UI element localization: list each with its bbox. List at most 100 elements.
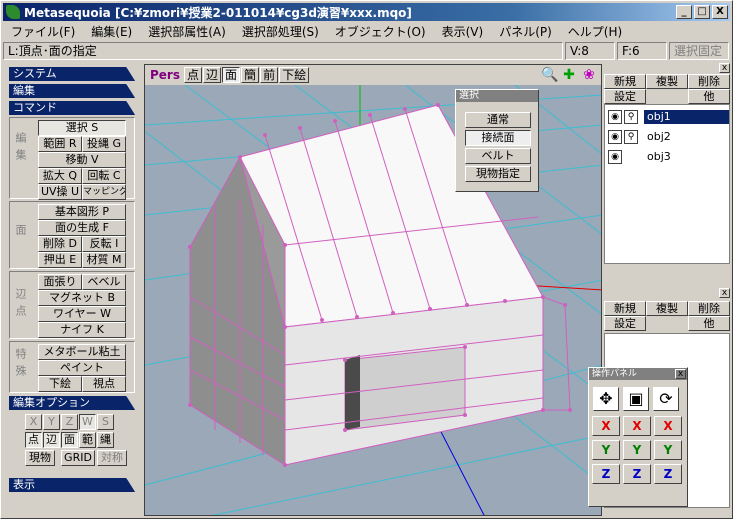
metaball-button[interactable]: メタボール粘土 — [38, 344, 126, 360]
visible-eye-icon[interactable]: ◉ — [608, 110, 622, 124]
minimize-button[interactable]: _ — [676, 5, 692, 19]
operation-panel-caption[interactable]: 操作パネル — [589, 368, 687, 380]
extrude-button[interactable]: 押出 E — [38, 252, 82, 268]
lasso-button[interactable]: 投縄 G — [82, 136, 126, 152]
system-header[interactable]: システム — [9, 67, 135, 81]
create-face-button[interactable]: 面の生成 F — [38, 220, 126, 236]
select-belt-button[interactable]: ベルト — [465, 148, 531, 164]
opt-current[interactable]: 現物 — [25, 450, 55, 466]
rotate-view-icon[interactable]: ❀ — [581, 67, 597, 83]
operation-panel-close-icon[interactable]: x — [675, 369, 686, 379]
viewpoint-button[interactable]: 視点 — [82, 376, 126, 392]
show-edge-toggle[interactable]: 辺 — [203, 67, 222, 83]
uv-button[interactable]: UV操 U — [38, 184, 82, 200]
material-delete-button[interactable]: 削除 — [688, 301, 730, 316]
menu-edit[interactable]: 編集(E) — [83, 23, 140, 40]
object-panel-close-icon[interactable]: x — [719, 63, 730, 73]
object-settings-button[interactable]: 設定 — [604, 89, 646, 104]
3d-viewport[interactable]: Pers 点 辺 面 簡 前 下絵 🔍 ✚ ❀ 選択 通常 接続面 ベルト 現物… — [144, 64, 602, 516]
select-fix-button[interactable]: 選択固定 — [669, 42, 729, 60]
pan-icon[interactable]: ✚ — [561, 67, 577, 83]
axis-x-scale-button[interactable]: X — [623, 416, 651, 436]
menu-attr[interactable]: 選択部属性(A) — [140, 23, 234, 40]
scale-button[interactable]: 拡大 Q — [38, 168, 82, 184]
material-panel-close-icon[interactable]: x — [719, 288, 730, 298]
knife-button[interactable]: ナイフ K — [38, 322, 126, 338]
menu-panel[interactable]: パネル(P) — [491, 23, 560, 40]
menu-help[interactable]: ヘルプ(H) — [560, 23, 630, 40]
face-fill-button[interactable]: 面張り — [38, 274, 82, 290]
title-bar[interactable]: Metasequoia [C:¥zmori¥授業2-011014¥cg3d演習¥… — [3, 3, 730, 21]
menu-process[interactable]: 選択部処理(S) — [234, 23, 327, 40]
opt-grid[interactable]: GRID — [61, 450, 95, 466]
opt-face[interactable]: 面 — [61, 432, 78, 448]
axis-z-move-button[interactable]: Z — [592, 464, 620, 484]
menu-file[interactable]: ファイル(F) — [3, 23, 83, 40]
object-row-obj1[interactable]: ◉ ⚲ obj1 — [605, 108, 729, 126]
projection-label[interactable]: Pers — [150, 68, 180, 82]
axis-y-rotate-button[interactable]: Y — [654, 440, 682, 460]
material-new-button[interactable]: 新規 — [604, 301, 646, 316]
axis-y-move-button[interactable]: Y — [592, 440, 620, 460]
material-duplicate-button[interactable]: 複製 — [646, 301, 688, 316]
visible-eye-icon[interactable]: ◉ — [608, 130, 622, 144]
material-button[interactable]: 材質 M — [82, 252, 126, 268]
rotate-mode-icon[interactable]: ⟳ — [653, 387, 679, 411]
command-header[interactable]: コマンド — [9, 101, 135, 115]
close-button[interactable]: X — [712, 5, 728, 19]
primitive-button[interactable]: 基本図形 P — [38, 204, 126, 220]
object-row-obj3[interactable]: ◉ obj3 — [605, 148, 729, 166]
move-mode-icon[interactable]: ✥ — [593, 387, 619, 411]
zoom-icon[interactable]: 🔍 — [541, 67, 558, 83]
object-delete-button[interactable]: 削除 — [688, 74, 730, 89]
axis-x-move-button[interactable]: X — [592, 416, 620, 436]
simple-toggle[interactable]: 簡 — [241, 67, 260, 83]
axis-x-rotate-button[interactable]: X — [654, 416, 682, 436]
select-panel-caption[interactable]: 選択 — [456, 90, 538, 102]
axis-z-rotate-button[interactable]: Z — [654, 464, 682, 484]
wire-button[interactable]: ワイヤー W — [38, 306, 126, 322]
underlay-button[interactable]: 下絵 — [38, 376, 82, 392]
edit-header[interactable]: 編集 — [9, 84, 135, 98]
opt-x[interactable]: X — [25, 414, 42, 430]
bevel-button[interactable]: ベベル — [82, 274, 126, 290]
select-connected-button[interactable]: 接続面 — [465, 130, 531, 146]
opt-edge[interactable]: 辺 — [43, 432, 60, 448]
opt-lasso[interactable]: 縄 — [97, 432, 114, 448]
menu-view[interactable]: 表示(V) — [434, 23, 492, 40]
visible-eye-icon[interactable]: ◉ — [608, 150, 622, 164]
move-button[interactable]: 移動 V — [38, 152, 126, 168]
opt-point[interactable]: 点 — [25, 432, 42, 448]
display-header[interactable]: 表示 — [9, 478, 135, 492]
rotate-button[interactable]: 回転 C — [82, 168, 126, 184]
select-normal-button[interactable]: 通常 — [465, 112, 531, 128]
object-other-button[interactable]: 他 — [688, 89, 730, 104]
opt-range[interactable]: 範 — [79, 432, 96, 448]
lock-icon[interactable]: ⚲ — [624, 110, 638, 124]
delete-button[interactable]: 削除 D — [38, 236, 82, 252]
axis-z-scale-button[interactable]: Z — [623, 464, 651, 484]
flip-button[interactable]: 反転 I — [82, 236, 126, 252]
mapping-button[interactable]: マッピング — [82, 184, 126, 200]
opt-z[interactable]: Z — [61, 414, 78, 430]
show-face-toggle[interactable]: 面 — [222, 67, 241, 83]
maximize-button[interactable]: □ — [694, 5, 710, 19]
opt-w[interactable]: W — [79, 414, 96, 430]
axis-y-scale-button[interactable]: Y — [623, 440, 651, 460]
paint-button[interactable]: ペイント — [38, 360, 126, 376]
front-toggle[interactable]: 前 — [260, 67, 279, 83]
scale-mode-icon[interactable]: ▣ — [623, 387, 649, 411]
select-current-button[interactable]: 現物指定 — [465, 166, 531, 182]
lock-icon[interactable]: ⚲ — [624, 130, 638, 144]
menu-object[interactable]: オブジェクト(O) — [327, 23, 434, 40]
material-settings-button[interactable]: 設定 — [604, 316, 646, 331]
object-duplicate-button[interactable]: 複製 — [646, 74, 688, 89]
opt-s[interactable]: S — [97, 414, 114, 430]
range-button[interactable]: 範囲 R — [38, 136, 82, 152]
material-other-button[interactable]: 他 — [688, 316, 730, 331]
opt-symmetry[interactable]: 対称 — [97, 450, 127, 466]
opt-y[interactable]: Y — [43, 414, 60, 430]
show-point-toggle[interactable]: 点 — [184, 67, 203, 83]
underlay-toggle[interactable]: 下絵 — [279, 67, 310, 83]
edit-options-header[interactable]: 編集オプション — [9, 396, 135, 410]
